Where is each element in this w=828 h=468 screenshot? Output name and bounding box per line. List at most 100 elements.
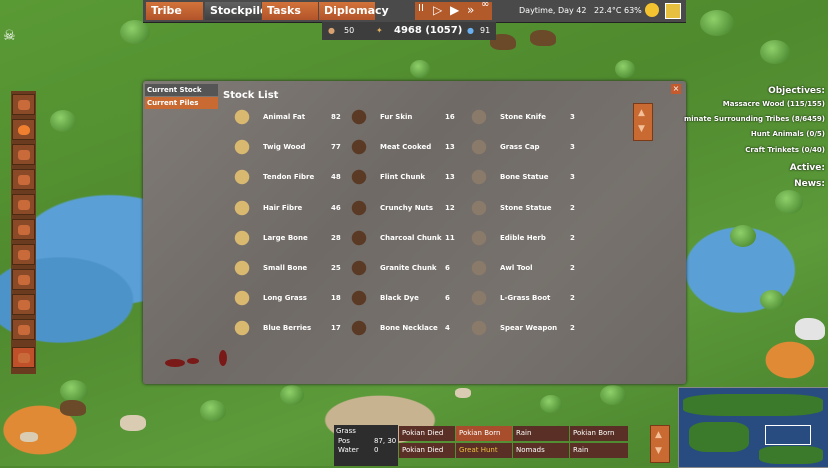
event-item[interactable]: Rain bbox=[513, 426, 569, 441]
food-icon: ✦ bbox=[376, 26, 383, 35]
bone-button[interactable] bbox=[12, 219, 35, 240]
animal[interactable] bbox=[60, 400, 86, 416]
meat-button[interactable] bbox=[12, 169, 35, 190]
rock bbox=[120, 415, 146, 431]
tab-current-piles[interactable]: Current Piles bbox=[145, 97, 218, 109]
notification-icon[interactable] bbox=[665, 3, 681, 19]
stock-item[interactable]: Spear Weapon 2 bbox=[468, 314, 588, 344]
stock-item[interactable]: Bone Necklace 4 bbox=[348, 314, 468, 344]
active-label: Active: bbox=[789, 163, 825, 173]
water-icon: ● bbox=[467, 26, 474, 35]
stock-item[interactable]: Black Dye 6 bbox=[348, 284, 468, 314]
stock-item-name: Charcoal Chunk bbox=[380, 233, 442, 242]
speed-controls: II ▷ ▶ » ∞ bbox=[415, 0, 492, 20]
stock-list-title: Stock List bbox=[223, 90, 279, 101]
bow-button[interactable] bbox=[12, 294, 35, 315]
tab-stockpiles[interactable]: Stockpiles bbox=[205, 2, 274, 20]
water-label: Water bbox=[338, 446, 359, 454]
tree bbox=[50, 110, 76, 132]
stock-item[interactable]: L-Grass Boot 2 bbox=[468, 284, 588, 314]
tree bbox=[615, 60, 635, 78]
scroll-up-icon[interactable]: ▲ bbox=[638, 108, 645, 118]
max-speed-button[interactable]: ∞ bbox=[481, 0, 489, 10]
demolish-button[interactable] bbox=[12, 347, 35, 368]
stock-item-count: 3 bbox=[570, 113, 575, 121]
stock-item-name: Hair Fibre bbox=[263, 203, 303, 212]
tools-button[interactable] bbox=[12, 144, 35, 165]
pause-button[interactable]: II bbox=[418, 3, 424, 14]
event-item[interactable]: Great Hunt bbox=[456, 443, 512, 458]
stock-item[interactable]: Bone Statue 3 bbox=[468, 163, 588, 193]
stock-panel: Current Stock Current Piles Stock List ×… bbox=[143, 81, 686, 384]
animal[interactable] bbox=[795, 318, 825, 340]
minimap[interactable] bbox=[678, 387, 828, 468]
scroll-up-icon[interactable]: ▲ bbox=[655, 430, 662, 440]
objective-item[interactable]: minate Surrounding Tribes (8/6459) bbox=[684, 115, 825, 123]
stock-item[interactable]: Hair Fibre 46 bbox=[231, 194, 351, 224]
event-item[interactable]: Pokian Died bbox=[399, 426, 455, 441]
stock-item[interactable]: Blue Berries 17 bbox=[231, 314, 351, 344]
meat-icon bbox=[18, 175, 30, 185]
stock-item-name: Animal Fat bbox=[263, 113, 306, 121]
objective-item[interactable]: Hunt Animals (0/5) bbox=[751, 130, 825, 138]
charcoal-chunk-icon bbox=[348, 226, 370, 249]
stock-item[interactable]: Charcoal Chunk 11 bbox=[348, 224, 468, 254]
animal[interactable] bbox=[530, 30, 556, 46]
minimap-viewport[interactable] bbox=[765, 425, 811, 445]
temperature-label: 22.4°C bbox=[594, 6, 622, 15]
scroll-down-icon[interactable]: ▼ bbox=[655, 446, 662, 456]
stock-item[interactable]: Small Bone 25 bbox=[231, 254, 351, 284]
event-item[interactable]: Pokian Died bbox=[399, 443, 455, 458]
herb-button[interactable] bbox=[12, 244, 35, 265]
stock-item-count: 2 bbox=[570, 264, 575, 272]
basket-tool-button[interactable] bbox=[12, 94, 35, 115]
close-button[interactable]: × bbox=[671, 84, 681, 94]
event-item[interactable]: Pokian Born bbox=[456, 426, 512, 441]
stock-item[interactable]: Animal Fat 82 bbox=[231, 103, 351, 133]
stock-item-name: Small Bone bbox=[263, 264, 308, 272]
stock-item[interactable]: Stone Knife 3 bbox=[468, 103, 588, 133]
stock-item-count: 13 bbox=[445, 173, 455, 182]
tab-current-stock[interactable]: Current Stock bbox=[145, 84, 218, 96]
play-button[interactable]: ▷ bbox=[433, 3, 442, 17]
stock-item[interactable]: Tendon Fibre 48 bbox=[231, 163, 351, 193]
tab-tasks[interactable]: Tasks bbox=[262, 2, 318, 20]
skull-icon[interactable]: ☠ bbox=[3, 28, 21, 44]
stock-item-name: Awl Tool bbox=[500, 264, 533, 272]
stock-item[interactable]: Meat Cooked 13 bbox=[348, 133, 468, 163]
fast-forward-button[interactable]: ▶ bbox=[450, 3, 459, 17]
scroll-down-icon[interactable]: ▼ bbox=[638, 124, 645, 134]
event-item[interactable]: Nomads bbox=[513, 443, 569, 458]
stock-item-name: Large Bone bbox=[263, 233, 308, 242]
stock-item[interactable]: Edible Herb 2 bbox=[468, 224, 588, 254]
stock-item[interactable]: Grass Cap 3 bbox=[468, 133, 588, 163]
stock-item[interactable]: Crunchy Nuts 12 bbox=[348, 194, 468, 224]
stock-item[interactable]: Twig Wood 77 bbox=[231, 133, 351, 163]
tab-tribe[interactable]: Tribe bbox=[146, 2, 203, 20]
tab-diplomacy[interactable]: Diplomacy bbox=[319, 2, 389, 20]
stock-item-count: 2 bbox=[570, 294, 575, 303]
fire-tool-button[interactable] bbox=[12, 119, 35, 140]
stock-item[interactable]: Awl Tool 2 bbox=[468, 254, 588, 284]
stock-item-count: 2 bbox=[570, 203, 575, 212]
hide-button[interactable] bbox=[12, 194, 35, 215]
day-label: Daytime, Day 42 bbox=[519, 6, 587, 15]
faster-forward-button[interactable]: » bbox=[467, 3, 474, 17]
event-item[interactable]: Pokian Born bbox=[570, 426, 628, 441]
bone-statue-icon bbox=[468, 166, 490, 189]
logs-button[interactable] bbox=[12, 319, 35, 340]
stock-item[interactable]: Flint Chunk 13 bbox=[348, 163, 468, 193]
meat-cooked-icon bbox=[348, 136, 370, 159]
stock-item[interactable]: Fur Skin 16 bbox=[348, 103, 468, 133]
event-item[interactable]: Rain bbox=[570, 443, 628, 458]
logs-icon bbox=[18, 325, 30, 335]
stock-item-count: 12 bbox=[445, 203, 455, 212]
storage-button[interactable] bbox=[12, 269, 35, 290]
stock-item[interactable]: Long Grass 18 bbox=[231, 284, 351, 314]
stock-item-name: L-Grass Boot bbox=[500, 294, 551, 303]
objective-item[interactable]: Craft Trinkets (0/40) bbox=[745, 146, 825, 154]
stock-item[interactable]: Stone Statue 2 bbox=[468, 194, 588, 224]
stock-item[interactable]: Granite Chunk 6 bbox=[348, 254, 468, 284]
stock-item[interactable]: Large Bone 28 bbox=[231, 224, 351, 254]
objective-item[interactable]: Massacre Wood (115/155) bbox=[723, 100, 825, 108]
